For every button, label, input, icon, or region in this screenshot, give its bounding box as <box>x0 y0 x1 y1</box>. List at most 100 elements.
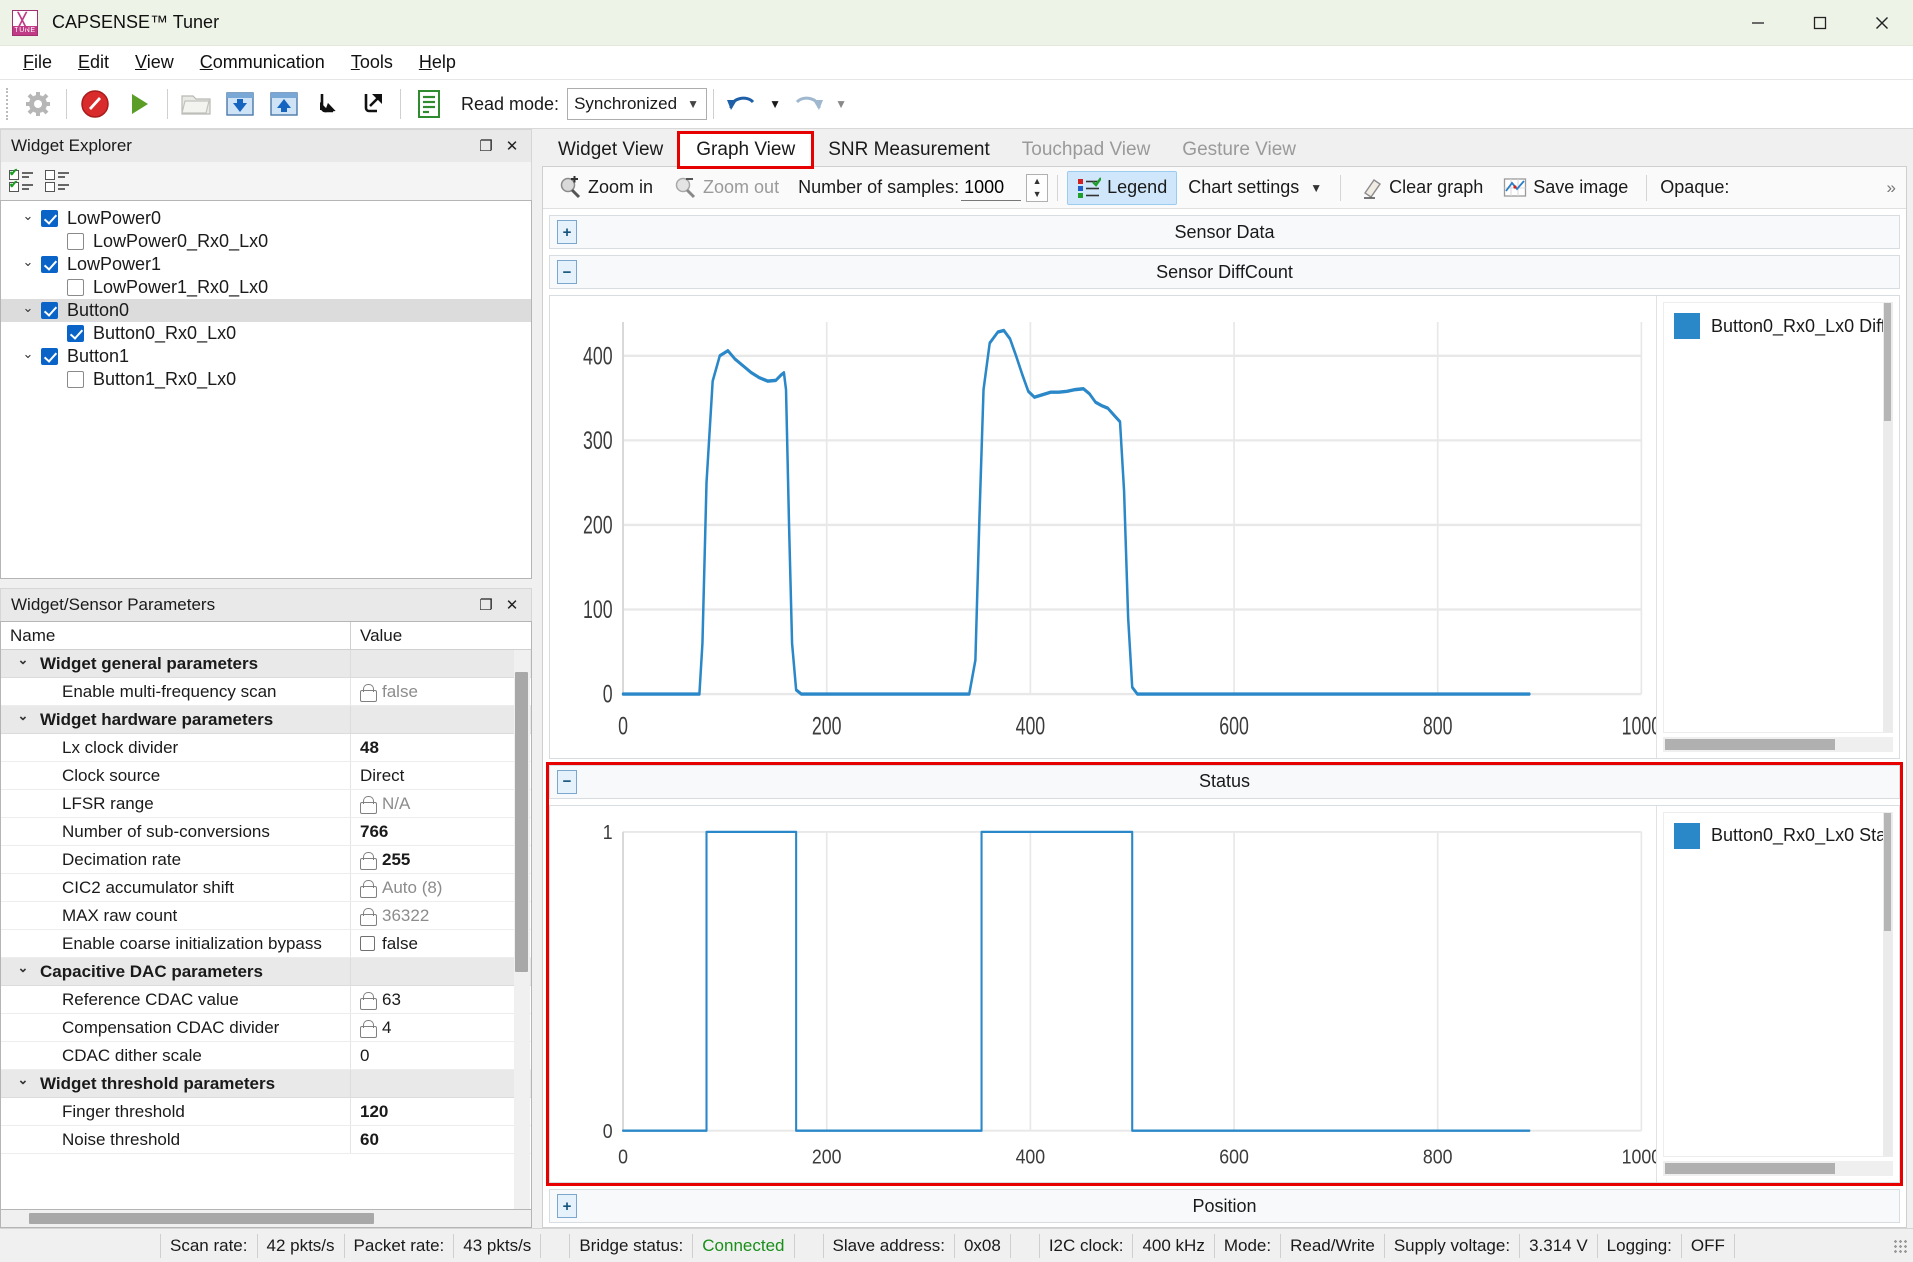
widget-explorer-restore-icon[interactable]: ❐ <box>473 134 499 158</box>
stop-icon[interactable] <box>73 84 117 124</box>
parameter-value-cell[interactable]: 120 <box>351 1098 531 1125</box>
parameter-value-cell[interactable]: 255 <box>351 846 531 873</box>
parameter-row[interactable]: ⌄Noise threshold 60 <box>1 1126 531 1154</box>
parameter-row[interactable]: ⌄MAX raw count 36322 <box>1 902 531 930</box>
zoom-out-button[interactable]: Zoom out <box>664 171 788 205</box>
chevron-down-icon[interactable]: ⌄ <box>10 960 36 976</box>
minimize-button[interactable] <box>1727 0 1789 46</box>
tree-item-button0[interactable]: ⌄ Button0 <box>1 299 531 322</box>
parameter-value-cell[interactable] <box>351 706 531 733</box>
parameter-row[interactable]: ⌄Enable coarse initialization bypass fals… <box>1 930 531 958</box>
toolbar-grip[interactable] <box>6 88 12 120</box>
parameters-vertical-scrollbar[interactable] <box>514 650 530 1209</box>
tab-touchpad-view[interactable]: Touchpad View <box>1005 133 1167 167</box>
parameter-row[interactable]: ⌄Enable multi-frequency scan false <box>1 678 531 706</box>
log-icon[interactable] <box>407 84 451 124</box>
chevron-down-icon[interactable]: ⌄ <box>15 208 41 224</box>
parameter-group-row[interactable]: ⌄ Widget threshold parameters <box>1 1070 531 1098</box>
parameter-value-cell[interactable]: N/A <box>351 790 531 817</box>
tree-item-checkbox[interactable] <box>67 325 84 342</box>
undo-dropdown-icon[interactable]: ▼ <box>764 84 786 124</box>
collapse-icon[interactable]: − <box>557 260 577 284</box>
chart-status[interactable]: 0 200 400 600 800 1000 0 1 Button0_Rx0_Lx0 Stat… <box>549 804 1900 1183</box>
export-icon[interactable] <box>350 84 394 124</box>
plot-status[interactable]: 0 200 400 600 800 1000 0 1 <box>550 806 1656 1183</box>
legend-vertical-scrollbar[interactable] <box>1883 812 1892 1156</box>
tree-item-button1[interactable]: ⌄ Button1 <box>1 345 531 368</box>
parameter-value-cell[interactable]: 766 <box>351 818 531 845</box>
undo-icon[interactable] <box>720 84 764 124</box>
samples-spin-up-icon[interactable]: ▲ <box>1027 175 1047 188</box>
parameter-value-cell[interactable]: 48 <box>351 734 531 761</box>
view-tabs[interactable]: Widget View Graph View SNR Measurement Touc… <box>532 129 1913 169</box>
tree-item-lowpower0[interactable]: ⌄ LowPower0 <box>1 207 531 230</box>
section-position[interactable]: + Position <box>549 1189 1900 1223</box>
widget-explorer-close-icon[interactable]: ✕ <box>499 134 525 158</box>
menu-tools[interactable]: Tools <box>338 48 406 77</box>
collapse-icon[interactable]: − <box>557 769 577 794</box>
parameter-group-row[interactable]: ⌄ Capacitive DAC parameters <box>1 958 531 986</box>
legend-toggle-button[interactable]: Legend <box>1067 170 1178 205</box>
maximize-button[interactable] <box>1789 0 1851 46</box>
expand-icon[interactable]: + <box>557 1194 577 1218</box>
tab-graph-view[interactable]: Graph View <box>677 131 815 169</box>
tree-item-checkbox[interactable] <box>41 302 58 319</box>
tab-snr-measurement[interactable]: SNR Measurement <box>812 133 1006 167</box>
menu-communication[interactable]: Communication <box>187 48 338 77</box>
parameter-value-cell[interactable]: Direct <box>351 762 531 789</box>
tree-item-button0_rx0_lx0[interactable]: ⌄Button0_Rx0_Lx0 <box>1 322 531 345</box>
save-image-button[interactable]: Save image <box>1494 171 1637 205</box>
parameter-row[interactable]: ⌄Clock source Direct <box>1 762 531 790</box>
legend-item[interactable]: Button0_Rx0_Lx0 Status <box>1664 813 1892 849</box>
redo-icon[interactable] <box>786 84 830 124</box>
chevron-down-icon[interactable]: ⌄ <box>15 300 41 316</box>
legend-item[interactable]: Button0_Rx0_Lx0 DiffCo <box>1664 303 1892 339</box>
chart-sensor-diffcount[interactable]: 0 200 400 600 800 1000 0 100 200 300 400 Button0_R… <box>549 295 1900 759</box>
legend-horizontal-scrollbar[interactable] <box>1663 736 1893 752</box>
parameter-row[interactable]: ⌄LFSR range N/A <box>1 790 531 818</box>
tree-item-checkbox[interactable] <box>41 210 58 227</box>
parameter-row[interactable]: ⌄Decimation rate 255 <box>1 846 531 874</box>
tree-item-checkbox[interactable] <box>67 371 84 388</box>
section-status[interactable]: − Status <box>549 764 1900 799</box>
samples-spin-buttons[interactable]: ▲ ▼ <box>1026 173 1049 202</box>
chevron-down-icon[interactable]: ⌄ <box>15 346 41 362</box>
parameter-group-row[interactable]: ⌄ Widget general parameters <box>1 650 531 678</box>
close-button[interactable] <box>1851 0 1913 46</box>
chevron-down-icon[interactable]: ⌄ <box>10 652 36 668</box>
plot-diffcount[interactable]: 0 200 400 600 800 1000 0 100 200 300 400 <box>550 296 1656 758</box>
read-mode-select[interactable]: Synchronized ▼ <box>567 88 708 120</box>
parameters-close-icon[interactable]: ✕ <box>499 593 525 617</box>
tree-item-checkbox[interactable] <box>41 348 58 365</box>
parameter-value-cell[interactable]: 36322 <box>351 902 531 929</box>
resize-grip-icon[interactable] <box>1893 1238 1907 1253</box>
parameter-value-cell[interactable]: 63 <box>351 986 531 1013</box>
widget-tree[interactable]: ⌄LowPower0⌄LowPower0_Rx0_Lx0⌄LowPower1⌄L… <box>0 200 532 579</box>
parameter-row[interactable]: ⌄Reference CDAC value 63 <box>1 986 531 1014</box>
menu-file[interactable]: File <box>10 48 65 77</box>
samples-input[interactable] <box>961 174 1022 201</box>
parameters-rows[interactable]: ⌄Widget general parameters⌄Enable multi-… <box>1 650 531 1209</box>
parameter-value-cell[interactable] <box>351 650 531 677</box>
clear-graph-button[interactable]: Clear graph <box>1350 171 1492 205</box>
parameter-value-cell[interactable]: false <box>351 930 531 957</box>
legend-horizontal-scrollbar[interactable] <box>1663 1161 1893 1176</box>
menu-help[interactable]: Help <box>406 48 469 77</box>
parameters-restore-icon[interactable]: ❐ <box>473 593 499 617</box>
tree-item-lowpower0_rx0_lx0[interactable]: ⌄LowPower0_Rx0_Lx0 <box>1 230 531 253</box>
parameters-vertical-thumb[interactable] <box>515 672 528 972</box>
start-icon[interactable] <box>117 84 161 124</box>
tree-item-button1_rx0_lx0[interactable]: ⌄Button1_Rx0_Lx0 <box>1 368 531 391</box>
section-sensor-data[interactable]: + Sensor Data <box>549 215 1900 249</box>
tree-item-lowpower1[interactable]: ⌄ LowPower1 <box>1 253 531 276</box>
samples-spin-down-icon[interactable]: ▼ <box>1027 188 1047 201</box>
apply-to-device-icon[interactable] <box>218 84 262 124</box>
parameter-value-cell[interactable] <box>351 1070 531 1097</box>
expand-icon[interactable]: + <box>557 220 577 244</box>
parameter-row[interactable]: ⌄Finger threshold 120 <box>1 1098 531 1126</box>
parameter-row[interactable]: ⌄CIC2 accumulator shift Auto (8) <box>1 874 531 902</box>
import-icon[interactable] <box>306 84 350 124</box>
chevron-down-icon[interactable]: ⌄ <box>15 254 41 270</box>
menu-edit[interactable]: Edit <box>65 48 122 77</box>
parameter-value-cell[interactable] <box>351 958 531 985</box>
